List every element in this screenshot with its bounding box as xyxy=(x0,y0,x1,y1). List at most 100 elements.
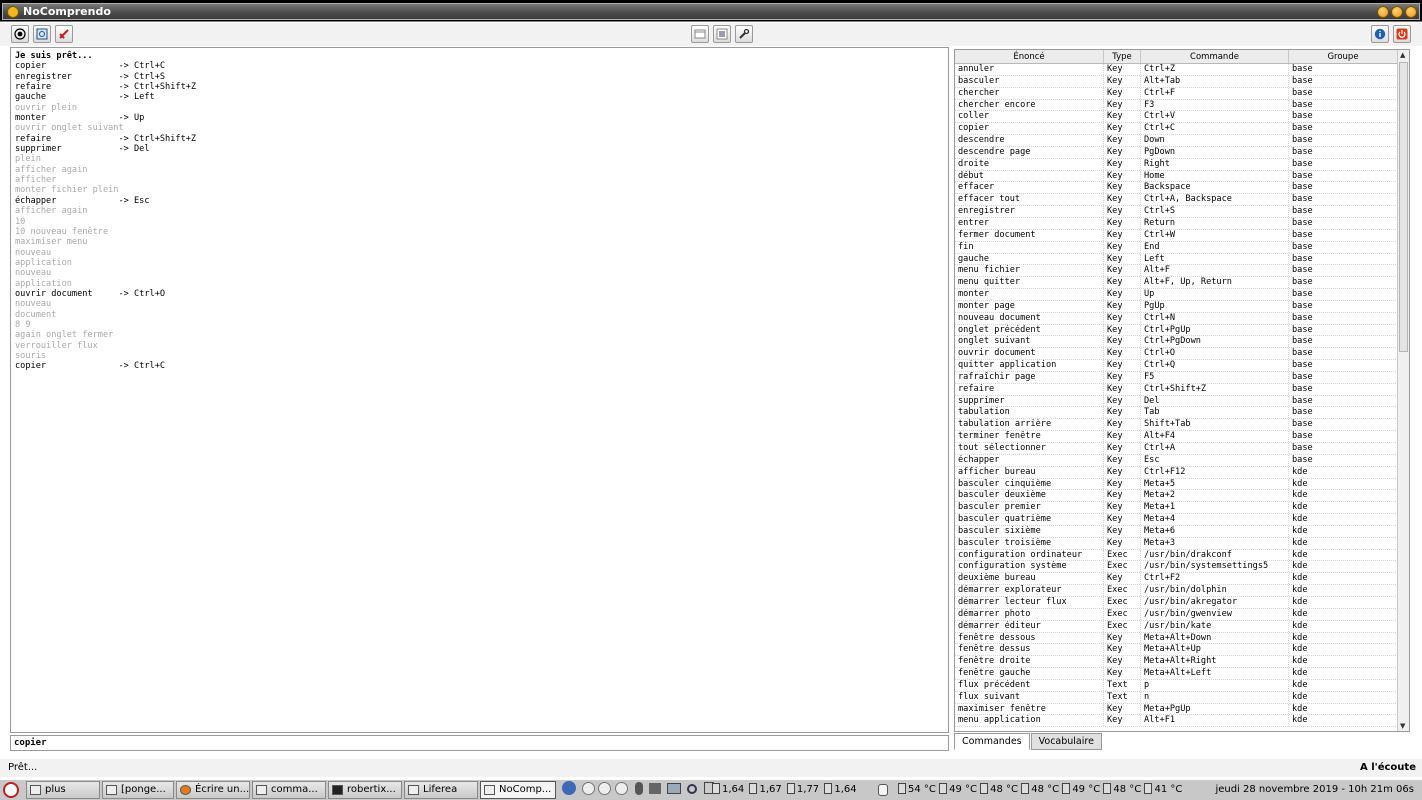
volume-icon[interactable] xyxy=(648,783,661,794)
table-row[interactable]: deuxième bureau Key Ctrl+F2 kde xyxy=(955,573,1398,586)
table-row[interactable]: basculer Key Alt+Tab base xyxy=(955,75,1398,88)
quit-button[interactable] xyxy=(1393,25,1411,43)
task-firefox[interactable]: Écrire un... xyxy=(176,781,250,799)
clock[interactable]: jeudi 28 novembre 2019 - 10h 21m 06s xyxy=(1215,782,1414,798)
header-type[interactable]: Type xyxy=(1104,50,1141,63)
tray-icon-9[interactable] xyxy=(598,782,612,795)
cell-groupe: base xyxy=(1289,217,1398,229)
title-bar[interactable]: NoComprendo xyxy=(0,0,1422,22)
maximize-button[interactable] xyxy=(1391,6,1403,18)
table-row[interactable]: démarrer photo Exec/usr/bin/gwenview kde xyxy=(955,608,1398,621)
table-row[interactable]: copier Key Ctrl+C base xyxy=(955,123,1398,136)
scroll-up-icon[interactable]: ▲ xyxy=(1400,51,1405,59)
task-nocomprendo[interactable]: NoComp... xyxy=(480,781,556,799)
settings-button[interactable] xyxy=(33,25,51,43)
header-commande[interactable]: Commande xyxy=(1141,50,1289,63)
clear-button[interactable] xyxy=(55,25,73,43)
table-row[interactable]: maximiser fenêtre Key Meta+PgUp kde xyxy=(955,703,1398,716)
command-input[interactable]: copier xyxy=(10,735,949,751)
table-row[interactable]: fenêtre gauche Key Meta+Alt+Left kde xyxy=(955,668,1398,680)
table-row[interactable]: monter page Key PgUp base xyxy=(955,300,1398,313)
table-row[interactable]: menu quitter Key Alt+F, Up, Return base xyxy=(955,277,1398,290)
table-row[interactable]: démarrer éditeur Exec/usr/bin/kate kde xyxy=(955,620,1398,633)
table-row[interactable]: fenêtre dessus Key Meta+Alt+Up kde xyxy=(955,644,1398,657)
table-row[interactable]: enregistrer Key Ctrl+S base xyxy=(955,206,1398,218)
table-row[interactable]: chercher Key Ctrl+F base xyxy=(955,87,1398,100)
task-liferea[interactable]: Liferea xyxy=(404,781,478,799)
table-row[interactable]: configuration système Exec/usr/bin/system… xyxy=(955,561,1398,574)
table-row[interactable]: flux précédent Text p kde xyxy=(955,679,1398,692)
table-row[interactable]: refaire Key Ctrl+Shift+Z base xyxy=(955,383,1398,396)
table-row[interactable]: basculer troisième Key Meta+3 kde xyxy=(955,537,1398,550)
table-row[interactable]: basculer sixième Key Meta+6 kde xyxy=(955,525,1398,538)
table-row[interactable]: rafraîchir page Key F5 base xyxy=(955,371,1398,384)
info-button[interactable] xyxy=(1371,25,1389,43)
table-row[interactable]: flux suivant Text n kde xyxy=(955,691,1398,704)
table-row[interactable]: nouveau document Key Ctrl+N base xyxy=(955,312,1398,325)
task-plus[interactable]: plus xyxy=(26,781,100,799)
tray-icon-1[interactable] xyxy=(582,782,596,795)
app-icon[interactable] xyxy=(7,6,19,18)
recognition-log[interactable]: Je suis prêt... copier -> Ctrl+C enregistr… xyxy=(10,47,949,733)
minimize-button[interactable] xyxy=(1377,6,1389,18)
view-button[interactable] xyxy=(691,25,709,43)
table-row[interactable]: menu fichier Key Alt+F base xyxy=(955,265,1398,278)
commands-table[interactable]: Énoncé Type Commande Groupe annuler Key Ct… xyxy=(954,49,1410,732)
task-terminal[interactable]: robertix... xyxy=(328,781,402,799)
table-row[interactable]: tabulation Key Tab base xyxy=(955,407,1398,420)
table-row[interactable]: terminer fenêtre Key Alt+F4 base xyxy=(955,431,1398,443)
table-row[interactable]: droite Key Right base xyxy=(955,158,1398,171)
table-row[interactable]: chercher encore Key F3 base xyxy=(955,99,1398,112)
search-icon[interactable] xyxy=(687,784,698,794)
table-row[interactable]: quitter application Key Ctrl+Q base xyxy=(955,360,1398,372)
task-ponge[interactable]: [ponge... xyxy=(102,781,174,799)
table-row[interactable]: fenêtre dessous Key Meta+Alt+Down kde xyxy=(955,632,1398,645)
table-row[interactable]: basculer cinquième Key Meta+5 kde xyxy=(955,478,1398,491)
table-row[interactable]: fin Key End base xyxy=(955,241,1398,254)
task-commandes[interactable]: comma... xyxy=(252,781,326,799)
table-row[interactable]: basculer quatrième Key Meta+4 kde xyxy=(955,514,1398,526)
table-row[interactable]: coller Key Ctrl+V base xyxy=(955,111,1398,124)
table-row[interactable]: démarrer lecteur flux Exec/usr/bin/akrega… xyxy=(955,596,1398,609)
table-row[interactable]: entrer Key Return base xyxy=(955,217,1398,230)
display-icon[interactable] xyxy=(667,783,682,794)
table-row[interactable]: afficher bureau Key Ctrl+F12 kde xyxy=(955,466,1398,479)
table-row[interactable]: basculer deuxième Key Meta+2 kde xyxy=(955,490,1398,503)
table-row[interactable]: effacer tout Key Ctrl+A, Backspace base xyxy=(955,194,1398,207)
table-row[interactable]: ouvrir document Key Ctrl+O base xyxy=(955,348,1398,361)
header-groupe[interactable]: Groupe xyxy=(1289,50,1398,63)
table-row[interactable]: onglet précédent Key Ctrl+PgUp base xyxy=(955,324,1398,337)
table-row[interactable]: gauche Key Left base xyxy=(955,253,1398,266)
close-button[interactable] xyxy=(1405,6,1417,18)
table-row[interactable]: annuler Key Ctrl+Z base xyxy=(955,64,1398,76)
table-row[interactable]: descendre Key Down base xyxy=(955,135,1398,147)
list-button[interactable] xyxy=(713,25,731,43)
table-row[interactable]: menu application Key Alt+F1 kde xyxy=(955,715,1398,728)
tray-icon-a[interactable] xyxy=(614,782,628,795)
table-row[interactable]: fenêtre droite Key Meta+Alt+Right kde xyxy=(955,656,1398,669)
table-row[interactable]: supprimer Key Del base xyxy=(955,395,1398,408)
tools-button[interactable] xyxy=(735,25,753,43)
record-button[interactable] xyxy=(11,25,29,43)
table-row[interactable]: début Key Home base xyxy=(955,170,1398,183)
microphone-icon[interactable] xyxy=(634,782,643,795)
tab-vocabulaire[interactable]: Vocabulaire xyxy=(1030,733,1102,750)
table-row[interactable]: tabulation arrière Key Shift+Tab base xyxy=(955,419,1398,432)
scroll-down-icon[interactable]: ▼ xyxy=(1400,722,1405,730)
table-row[interactable]: tout sélectionner Key Ctrl+A base xyxy=(955,443,1398,455)
table-row[interactable]: effacer Key Backspace base xyxy=(955,182,1398,195)
table-row[interactable]: configuration ordinateur Exec/usr/bin/dra… xyxy=(955,549,1398,562)
start-menu-icon[interactable] xyxy=(3,782,19,798)
table-row[interactable]: descendre page Key PgDown base xyxy=(955,146,1398,159)
header-enonce[interactable]: Énoncé xyxy=(955,50,1104,63)
vertical-scrollbar[interactable]: ▲ ▼ xyxy=(1397,50,1409,731)
tab-commandes[interactable]: Commandes xyxy=(954,733,1030,750)
table-row[interactable]: onglet suivant Key Ctrl+PgDown base xyxy=(955,336,1398,349)
table-row[interactable]: monter Key Up base xyxy=(955,289,1398,301)
table-row[interactable]: fermer document Key Ctrl+W base xyxy=(955,229,1398,242)
table-row[interactable]: échapper Key Esc base xyxy=(955,454,1398,467)
table-row[interactable]: basculer premier Key Meta+1 kde xyxy=(955,502,1398,515)
network-icon[interactable] xyxy=(562,781,576,795)
scrollbar-thumb[interactable] xyxy=(1399,62,1408,352)
table-row[interactable]: démarrer explorateur Exec/usr/bin/dolphin… xyxy=(955,585,1398,597)
